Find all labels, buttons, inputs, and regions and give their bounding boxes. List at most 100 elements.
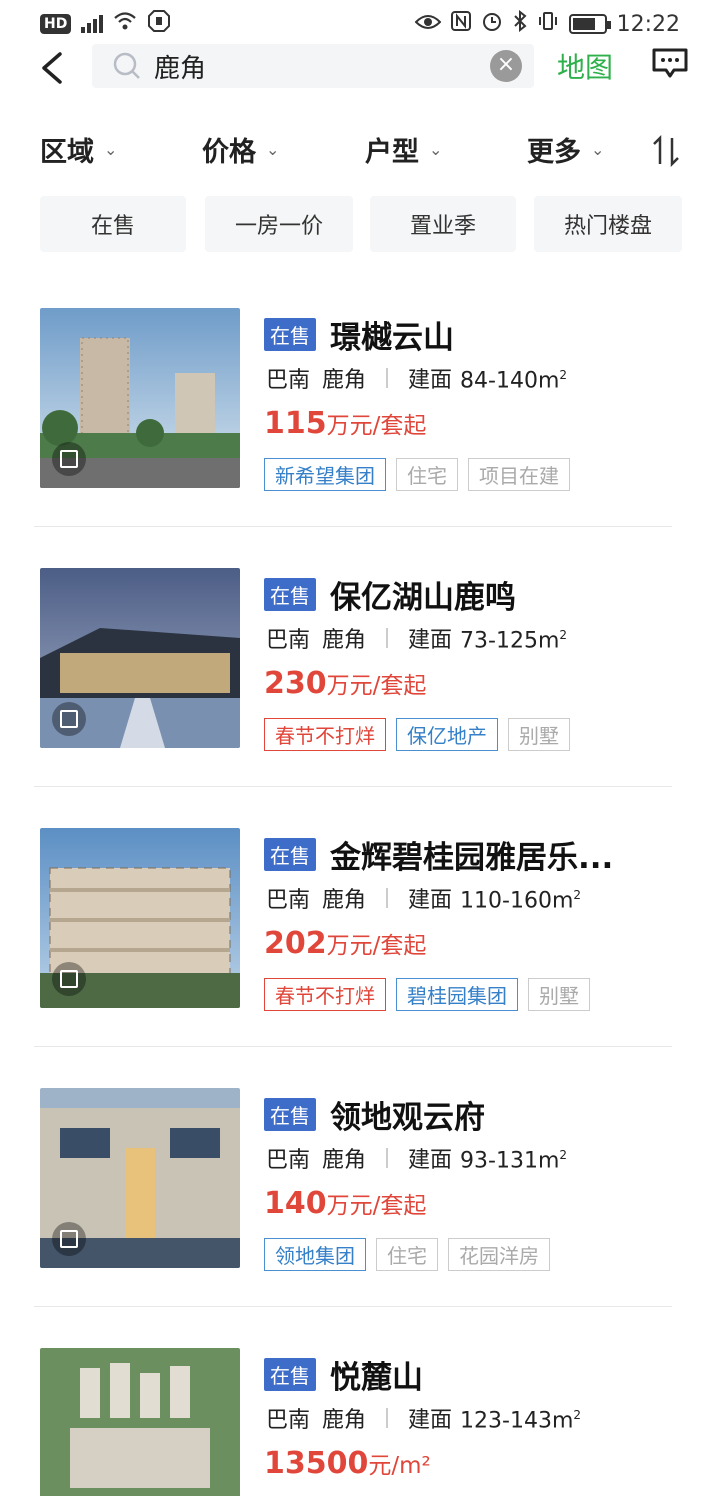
wifi-icon [113, 11, 137, 37]
divider [34, 1046, 672, 1047]
project-name: 金辉碧桂园雅居乐... [330, 840, 614, 876]
listing-card[interactable]: 在售 璟樾云山 巴南 鹿角 建面 84-140m2 115 万元/套起 新希望集团 住宅 … [0, 308, 720, 568]
tag-list: 春节不打烊 保亿地产 别墅 [264, 718, 570, 751]
sub-area: 鹿角 [322, 888, 367, 913]
listing-card[interactable]: 在售 悦麓山 巴南 鹿角 建面 123-143m2 13500 元/m² [0, 1348, 720, 1496]
hand-icon [147, 9, 171, 39]
project-name: 领地观云府 [330, 1100, 485, 1136]
vr-badge-icon [52, 962, 86, 996]
chevron-left-icon [42, 52, 62, 84]
project-name: 保亿湖山鹿鸣 [330, 580, 516, 616]
sub-area: 鹿角 [322, 368, 367, 393]
area-label: 建面 [408, 1148, 453, 1173]
tag: 保亿地产 [396, 718, 498, 751]
filter-price[interactable]: 价格 ⌄ [202, 130, 279, 169]
price: 140 万元/套起 [264, 1186, 427, 1221]
listing-card[interactable]: 在售 领地观云府 巴南 鹿角 建面 93-131m2 140 万元/套起 领地集团 住宅 … [0, 1088, 720, 1348]
filter-label: 户型 [365, 137, 419, 168]
vibrate-icon [537, 11, 559, 37]
district: 巴南 [266, 888, 311, 913]
hd-icon: HD [40, 14, 72, 34]
chip-one-price[interactable]: 一房一价 [205, 196, 353, 252]
vr-badge-icon [52, 702, 86, 736]
listing-photo [40, 1088, 240, 1268]
signal-icon [81, 15, 104, 33]
search-box[interactable]: × [92, 44, 534, 88]
project-name: 悦麓山 [330, 1360, 423, 1396]
tag: 碧桂园集团 [396, 978, 518, 1011]
chip-purchase-season[interactable]: 置业季 [370, 196, 516, 252]
close-icon: × [496, 52, 516, 77]
vr-badge-icon [52, 442, 86, 476]
tag: 别墅 [528, 978, 590, 1011]
filter-more[interactable]: 更多 ⌄ [527, 130, 604, 169]
area-label: 建面 [408, 628, 453, 653]
project-name: 璟樾云山 [330, 320, 454, 356]
district: 巴南 [266, 368, 311, 393]
filter-layout[interactable]: 户型 ⌄ [365, 130, 442, 169]
chip-hot-projects[interactable]: 热门楼盘 [534, 196, 682, 252]
status-badge: 在售 [264, 578, 316, 611]
area-range: 73-125m [460, 628, 560, 653]
tag: 别墅 [508, 718, 570, 751]
filter-region[interactable]: 区域 ⌄ [40, 130, 117, 169]
filter-label: 更多 [527, 137, 581, 168]
quick-filter-chips: 在售 一房一价 置业季 热门楼盘 [40, 196, 682, 252]
status-badge: 在售 [264, 1098, 316, 1131]
map-button[interactable]: 地图 [557, 46, 613, 86]
tag-list: 春节不打烊 碧桂园集团 别墅 [264, 978, 590, 1011]
listing-card[interactable]: 在售 保亿湖山鹿鸣 巴南 鹿角 建面 73-125m2 230 万元/套起 春节不打烊 保… [0, 568, 720, 828]
tag: 花园洋房 [448, 1238, 550, 1271]
area-label: 建面 [408, 1408, 453, 1433]
listing-photo [40, 828, 240, 1008]
tag: 新希望集团 [264, 458, 386, 491]
alarm-icon [481, 10, 503, 38]
status-badge: 在售 [264, 838, 316, 871]
divider [34, 786, 672, 787]
tag: 项目在建 [468, 458, 570, 491]
tag: 春节不打烊 [264, 978, 386, 1011]
district: 巴南 [266, 1148, 311, 1173]
back-button[interactable] [38, 48, 68, 88]
tag: 春节不打烊 [264, 718, 386, 751]
message-button[interactable] [652, 48, 688, 80]
status-badge: 在售 [264, 318, 316, 351]
district: 巴南 [266, 628, 311, 653]
price: 230 万元/套起 [264, 666, 427, 701]
tag-list: 领地集团 住宅 花园洋房 [264, 1238, 550, 1271]
tag: 领地集团 [264, 1238, 366, 1271]
status-badge: 在售 [264, 1358, 316, 1391]
area-range: 110-160m [460, 888, 574, 913]
divider [34, 1306, 672, 1307]
sub-area: 鹿角 [322, 1408, 367, 1433]
battery-icon [568, 14, 611, 34]
area-range: 84-140m [460, 368, 560, 393]
district: 巴南 [266, 1408, 311, 1433]
tag: 住宅 [396, 458, 458, 491]
chat-icon [652, 48, 688, 78]
chevron-down-icon: ⌄ [266, 140, 280, 159]
chevron-down-icon: ⌄ [429, 140, 443, 159]
top-bar: × 地图 [0, 44, 720, 100]
price: 202 万元/套起 [264, 926, 427, 961]
clear-search-button[interactable]: × [490, 50, 522, 82]
clock-time: 12:22 [616, 11, 680, 37]
tag: 住宅 [376, 1238, 438, 1271]
area-range: 93-131m [460, 1148, 560, 1173]
vr-badge-icon [52, 1222, 86, 1256]
bluetooth-icon [513, 9, 527, 38]
listing-card[interactable]: 在售 金辉碧桂园雅居乐... 巴南 鹿角 建面 110-160m2 202 万元/套起 春… [0, 828, 720, 1088]
chip-on-sale[interactable]: 在售 [40, 196, 186, 252]
divider [34, 526, 672, 527]
sub-area: 鹿角 [322, 1148, 367, 1173]
price: 13500 元/m² [264, 1446, 431, 1481]
tag-list: 新希望集团 住宅 项目在建 [264, 458, 570, 491]
area-range: 123-143m [460, 1408, 574, 1433]
search-input[interactable] [154, 51, 474, 81]
listing-photo [40, 568, 240, 748]
sort-icon [653, 134, 679, 168]
eye-icon [414, 12, 442, 37]
sort-button[interactable] [652, 134, 680, 168]
chevron-down-icon: ⌄ [104, 140, 118, 159]
listing-photo [40, 1348, 240, 1496]
